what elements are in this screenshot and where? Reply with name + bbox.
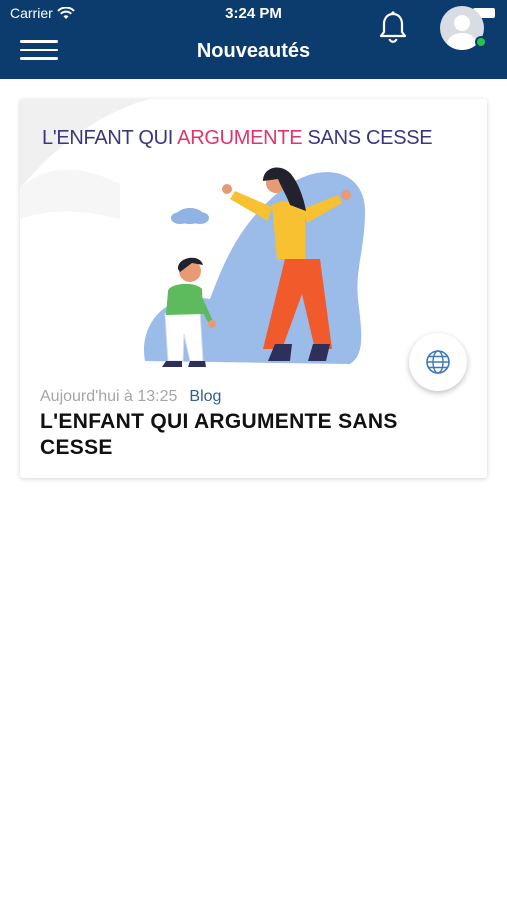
page-title: Nouveautés xyxy=(196,40,311,62)
online-status-dot xyxy=(475,36,487,48)
status-time: 3:24 PM xyxy=(225,5,282,22)
globe-button[interactable] xyxy=(409,333,467,391)
status-bar: Carrier 3:24 PM xyxy=(0,0,507,26)
article-meta: Aujourd'hui à 13:25 Blog xyxy=(40,388,221,406)
image-heading-part2: ARGUMENTE xyxy=(177,127,303,149)
app-header: Carrier 3:24 PM Nouveautés xyxy=(0,0,507,79)
globe-icon xyxy=(426,350,450,374)
image-heading-part3: SANS CESSE xyxy=(302,127,433,149)
bell-icon[interactable] xyxy=(377,10,409,46)
article-title[interactable]: L'ENFANT QUI ARGUMENTE SANS CESSE xyxy=(40,409,460,461)
article-image: L'ENFANT QUI ARGUMENTE SANS CESSE xyxy=(20,99,487,374)
article-date: Aujourd'hui à 13:25 xyxy=(40,388,178,405)
image-heading-part1: L'ENFANT QUI xyxy=(42,127,178,149)
image-heading: L'ENFANT QUI ARGUMENTE SANS CESSE xyxy=(42,127,433,150)
article-card[interactable]: L'ENFANT QUI ARGUMENTE SANS CESSE Aujour… xyxy=(20,99,487,478)
article-category[interactable]: Blog xyxy=(189,388,221,405)
